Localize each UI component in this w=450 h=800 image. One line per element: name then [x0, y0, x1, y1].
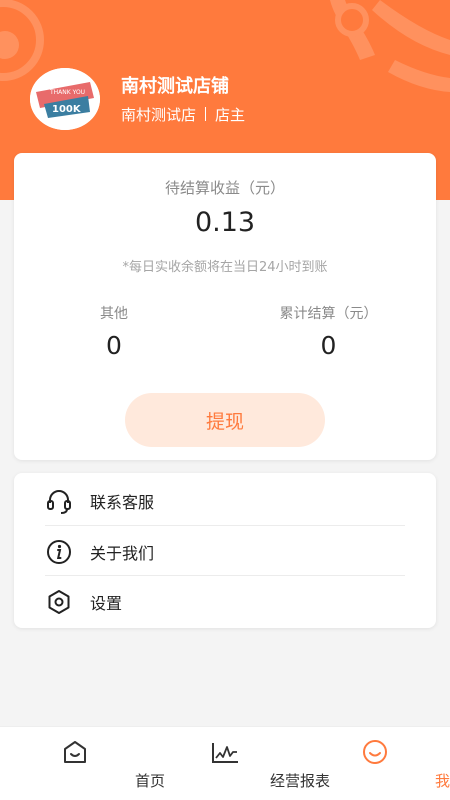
tab-home[interactable]: 首页: [0, 727, 165, 800]
user-role: 店主: [215, 106, 246, 124]
menu-card: 联系客服 关于我们 设置: [14, 473, 436, 628]
settlement-note: *每日实收余额将在当日24小时到账: [122, 260, 328, 275]
avatar-image: THANK YOU 100K: [30, 68, 100, 130]
shop-branch: 南村测试店: [121, 106, 197, 124]
menu-item-label: 设置: [90, 593, 123, 613]
tab-business-report[interactable]: 经营报表: [150, 727, 330, 800]
smile-icon: [361, 739, 389, 765]
svg-text:100K: 100K: [52, 104, 82, 115]
menu-item-label: 关于我们: [90, 543, 155, 563]
shop-avatar[interactable]: THANK YOU 100K: [30, 68, 100, 130]
menu-item-settings[interactable]: 设置: [14, 576, 436, 627]
stat-total-settled: 累计结算（元） 0: [223, 303, 434, 360]
stat-label: 其他: [100, 306, 128, 322]
tab-mine[interactable]: 我的: [300, 727, 450, 800]
headset-icon: [45, 487, 73, 515]
stat-other: 其他 0: [8, 303, 220, 360]
svg-text:THANK YOU: THANK YOU: [49, 89, 85, 96]
info-icon: [45, 538, 73, 566]
stat-value: 0: [320, 331, 337, 360]
divider: [205, 107, 207, 121]
pending-earnings-title: 待结算收益（元）: [164, 179, 285, 197]
tab-label: 我的: [434, 772, 450, 790]
menu-item-customer-service[interactable]: 联系客服: [14, 475, 436, 526]
menu-item-about-us[interactable]: 关于我们: [14, 526, 436, 577]
home-icon: [61, 739, 89, 765]
shop-subtitle: 南村测试店 店主: [121, 104, 245, 125]
stat-value: 0: [106, 331, 122, 360]
settings-icon: [45, 588, 73, 616]
shop-name: 南村测试店铺: [121, 76, 229, 97]
stat-label: 累计结算（元）: [279, 306, 378, 322]
menu-item-label: 联系客服: [90, 492, 155, 512]
chart-icon: [211, 739, 239, 765]
earnings-card: 待结算收益（元） 0.13 *每日实收余额将在当日24小时到账 其他 0 累计结…: [14, 153, 436, 460]
pending-earnings-value: 0.13: [194, 207, 256, 238]
bottom-tab-bar: 首页 经营报表 我的: [0, 726, 450, 800]
withdraw-button[interactable]: 提现: [125, 393, 325, 447]
